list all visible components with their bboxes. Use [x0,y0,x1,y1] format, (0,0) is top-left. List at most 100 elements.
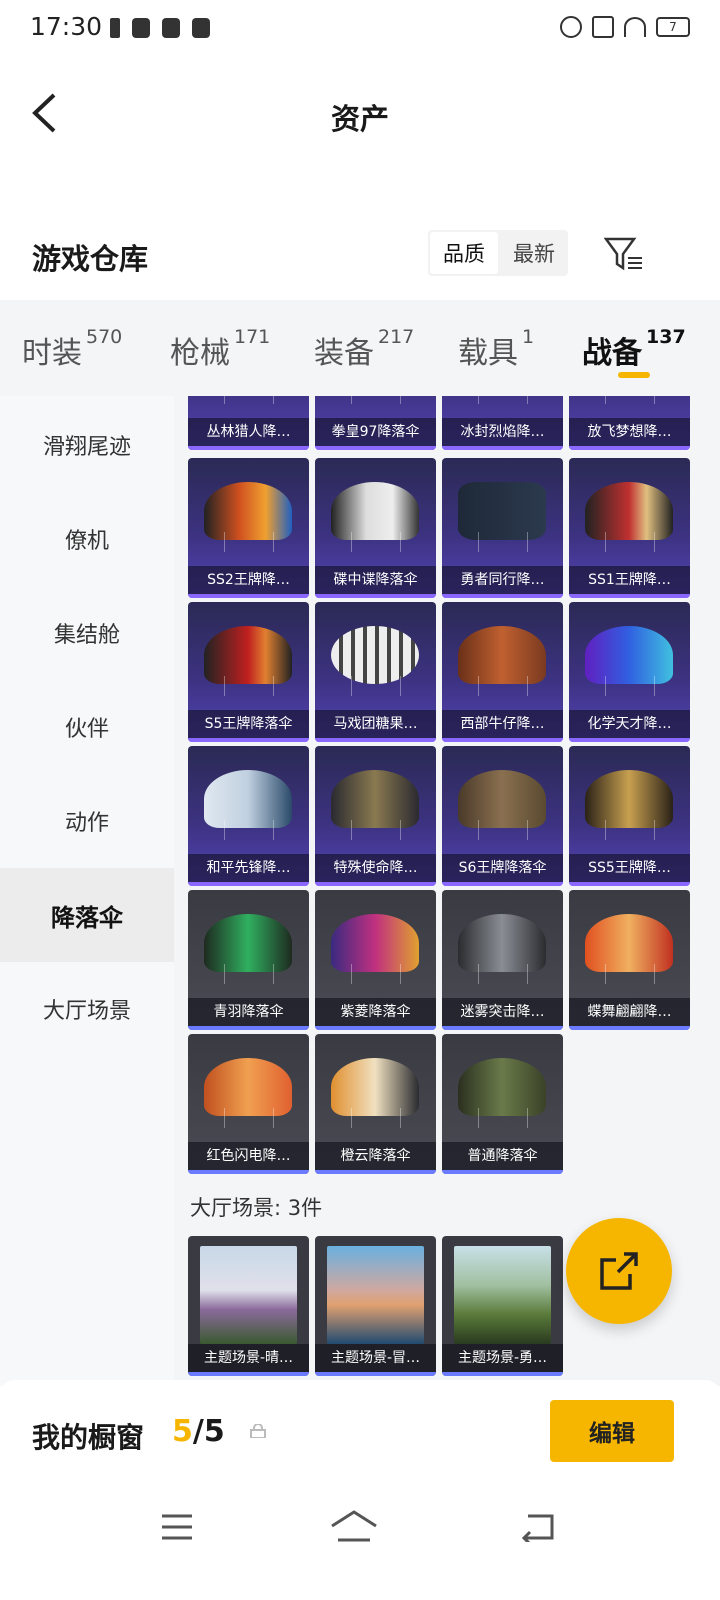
parachute-card[interactable]: 蝶舞翩翩降… [569,890,690,1030]
rarity-bar [569,882,690,886]
card-label: 青羽降落伞 [188,998,309,1026]
page-title: 资产 [330,102,389,136]
alarm-icon [560,16,582,38]
system-icons: 7 [560,16,690,38]
share-button[interactable] [566,1218,672,1324]
card-label: S5王牌降落伞 [188,710,309,738]
parachute-card[interactable]: 青羽降落伞 [188,890,309,1030]
scene-image [454,1246,551,1344]
parachute-image [204,1058,292,1128]
sidebar-item-parachute[interactable]: 降落伞 [0,868,174,962]
card-label: SS2王牌降… [188,566,309,594]
parachute-image [585,626,673,696]
parachute-image [458,914,546,984]
active-tab-indicator [618,372,650,378]
warehouse-title: 游戏仓库 [32,242,149,276]
sidebar-item-wingman[interactable]: 僚机 [0,492,174,586]
parachute-image [458,482,546,552]
tab-count: 1 [522,326,535,348]
parachute-card[interactable]: 特殊使命降… [315,746,436,886]
card-label: 主题场景-勇… [442,1344,563,1372]
lobby-scene-card[interactable]: 主题场景-冒… [315,1236,436,1376]
parachute-image [585,482,673,552]
sort-quality-button[interactable]: 品质 [430,232,498,274]
parachute-card[interactable]: 碟中谍降落伞 [315,458,436,598]
showcase-current: 5 [172,1414,193,1449]
nav-back-icon[interactable] [520,1512,554,1542]
parachute-card[interactable]: SS1王牌降… [569,458,690,598]
tab-label: 装备 [314,336,374,371]
parachute-image [204,482,292,552]
tab-guns[interactable]: 枪械 171 [170,326,270,372]
scene-image [327,1246,424,1344]
parachute-card[interactable]: 拳皇97降落伞 [315,396,436,450]
sort-newest-button[interactable]: 最新 [500,230,568,276]
parachute-card[interactable]: 化学天才降… [569,602,690,742]
lobby-section-label: 大厅场景: 3件 [190,1196,323,1220]
parachute-card[interactable]: 冰封烈焰降… [442,396,563,450]
card-label: 化学天才降… [569,710,690,738]
parachute-image [331,914,419,984]
sidebar-item-emote[interactable]: 动作 [0,774,174,868]
tab-vehicles[interactable]: 载具 1 [458,326,535,372]
lobby-scene-card[interactable]: 主题场景-晴… [188,1236,309,1376]
tab-label: 载具 [458,336,518,371]
card-label: 勇者同行降… [442,566,563,594]
parachute-card[interactable]: 迷雾突击降… [442,890,563,1030]
card-label: S6王牌降落伞 [442,854,563,882]
rarity-bar [315,882,436,886]
tab-equipment[interactable]: 装备 217 [314,326,414,372]
card-label: 迷雾突击降… [442,998,563,1026]
parachute-card[interactable]: 马戏团糖果… [315,602,436,742]
parachute-card[interactable]: S6王牌降落伞 [442,746,563,886]
rarity-bar [315,1026,436,1030]
card-label: 马戏团糖果… [315,710,436,738]
parachute-card[interactable]: 丛林猎人降… [188,396,309,450]
sidebar-item-glide-trail[interactable]: 滑翔尾迹 [0,398,174,492]
sidebar-item-lobby-scene[interactable]: 大厅场景 [0,962,174,1056]
mail-icon [132,18,150,38]
parachute-card[interactable]: 西部牛仔降… [442,602,563,742]
tab-count: 137 [646,326,686,348]
notification-icons [110,18,210,38]
rarity-bar [569,446,690,450]
no-sim-icon [592,16,614,38]
home-icon[interactable] [330,1510,378,1544]
parachute-card[interactable]: 放飞梦想降… [569,396,690,450]
rarity-bar [442,1170,563,1174]
rarity-bar [188,1026,309,1030]
rarity-bar [188,882,309,886]
rarity-bar [188,594,309,598]
parachute-card[interactable]: 紫菱降落伞 [315,890,436,1030]
card-label: 紫菱降落伞 [315,998,436,1026]
card-label: 橙云降落伞 [315,1142,436,1170]
showcase-separator: / [192,1414,204,1449]
sidebar-item-assembly-pod[interactable]: 集结舱 [0,586,174,680]
filter-icon[interactable] [604,236,644,272]
rarity-bar [315,446,436,450]
parachute-card[interactable]: S5王牌降落伞 [188,602,309,742]
parachute-card[interactable]: 橙云降落伞 [315,1034,436,1174]
card-label: 普通降落伞 [442,1142,563,1170]
tab-battle-gear[interactable]: 战备 137 [582,326,686,372]
parachute-image [585,770,673,840]
edit-button[interactable]: 编辑 [550,1400,674,1462]
parachute-card[interactable]: 普通降落伞 [442,1034,563,1174]
category-tabs: 时装 570 枪械 171 装备 217 载具 1 战备 137 [0,300,720,396]
parachute-card[interactable]: 勇者同行降… [442,458,563,598]
parachute-card[interactable]: SS5王牌降… [569,746,690,886]
tab-fashion[interactable]: 时装 570 [22,326,122,372]
menu-icon[interactable] [160,1512,194,1542]
parachute-card[interactable]: 红色闪电降… [188,1034,309,1174]
parachute-image [458,626,546,696]
parachute-card[interactable]: SS2王牌降… [188,458,309,598]
rarity-bar [442,738,563,742]
rarity-bar [442,1026,563,1030]
battery-saver-icon [110,18,120,38]
sidebar-item-partner[interactable]: 伙伴 [0,680,174,774]
parachute-image [585,914,673,984]
status-bar: 17:30 7 [0,0,720,58]
card-label: 放飞梦想降… [569,418,690,446]
lobby-scene-card[interactable]: 主题场景-勇… [442,1236,563,1376]
parachute-card[interactable]: 和平先锋降… [188,746,309,886]
